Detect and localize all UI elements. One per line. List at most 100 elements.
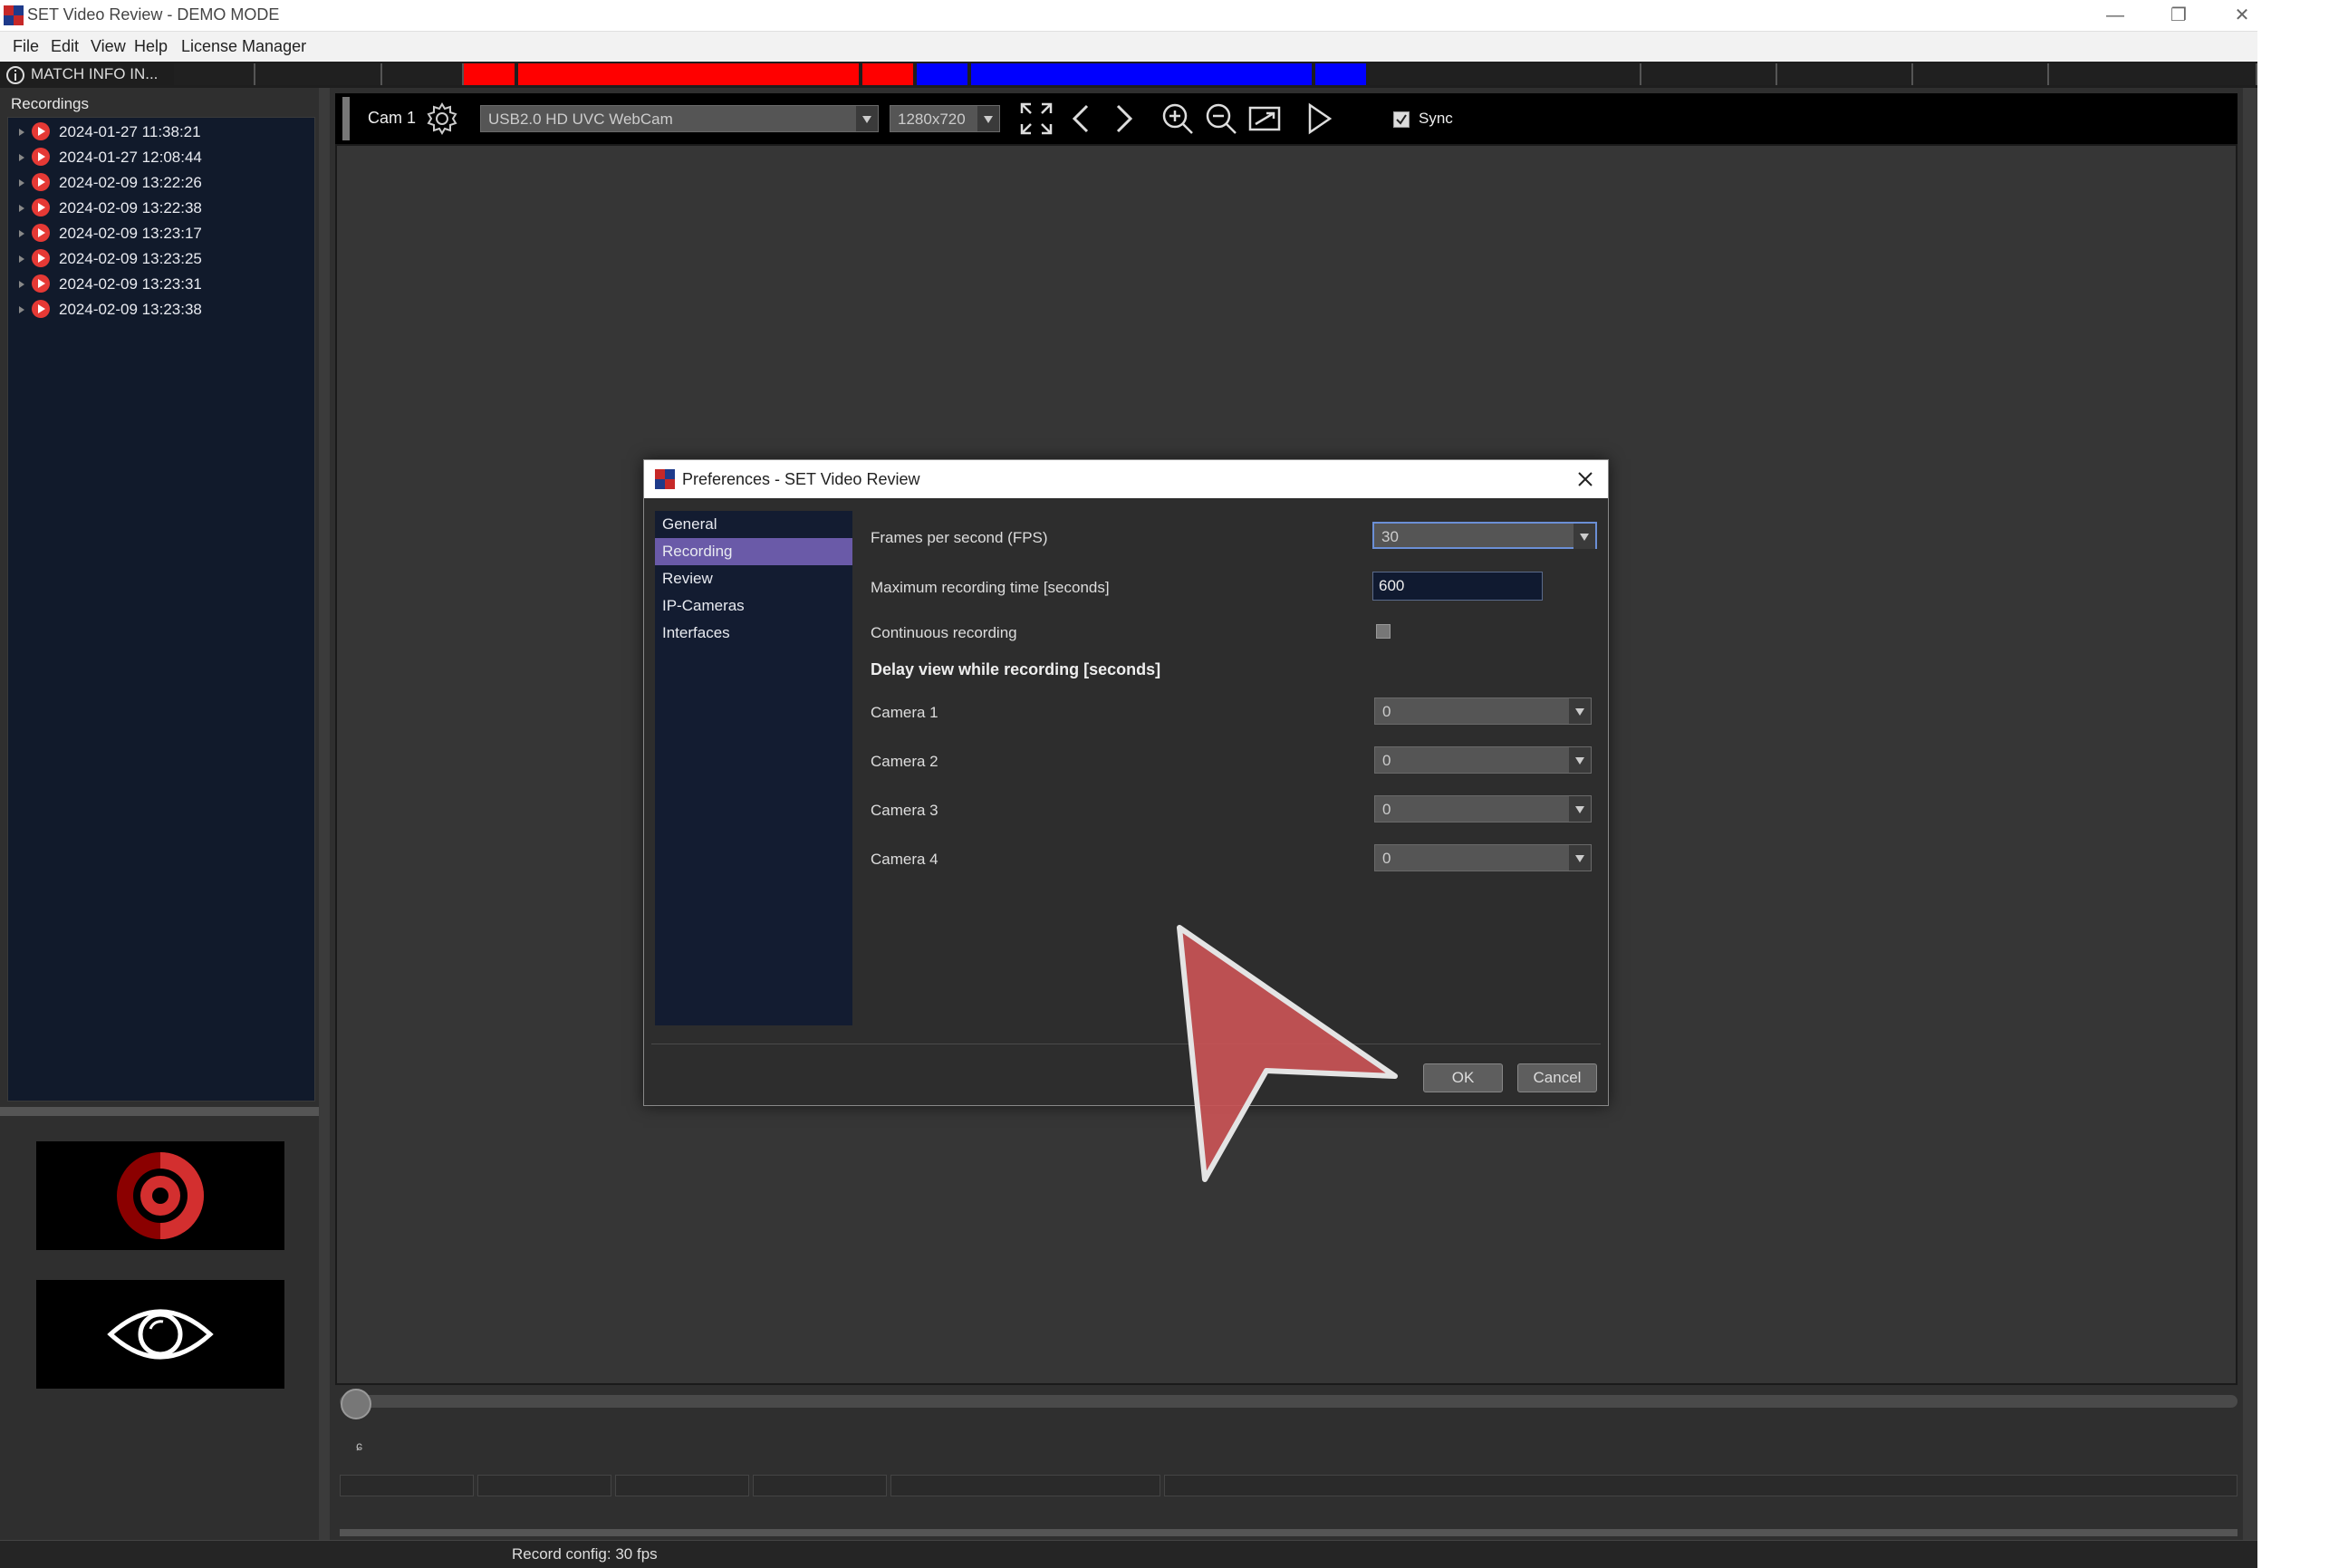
fit-to-window-icon[interactable]: [1246, 101, 1283, 137]
play-icon[interactable]: [1301, 101, 1337, 137]
chevron-down-icon: [977, 106, 999, 131]
chevron-down-icon: [1569, 698, 1591, 724]
nav-general[interactable]: General: [655, 511, 852, 538]
expand-arrow-icon[interactable]: [19, 205, 24, 212]
team-red-bar: [518, 63, 859, 85]
zoom-in-icon[interactable]: [1160, 101, 1196, 137]
camera-1-delay-select[interactable]: 0: [1374, 697, 1592, 725]
score-cell: [1777, 63, 1913, 85]
expand-arrow-icon[interactable]: [19, 154, 24, 161]
minimize-button[interactable]: —: [2084, 0, 2147, 31]
continuous-recording-label: Continuous recording: [871, 624, 1017, 641]
record-play-icon: [32, 223, 50, 242]
recording-item[interactable]: 2024-01-27 11:38:21: [19, 120, 201, 145]
menu-view[interactable]: View: [91, 37, 126, 56]
timeline-scrubber[interactable]: [341, 1389, 371, 1419]
status-bar: Record config: 30 fps: [0, 1540, 2257, 1568]
horizontal-splitter[interactable]: [0, 1107, 319, 1116]
expand-arrow-icon[interactable]: [19, 230, 24, 237]
event-cell: [340, 1475, 474, 1496]
app-window: SET Video Review - DEMO MODE — ❐ ✕ File …: [0, 0, 2257, 1568]
previous-frame-icon[interactable]: [1063, 101, 1100, 137]
camera-3-delay-select[interactable]: 0: [1374, 795, 1592, 822]
chevron-down-icon: [1569, 845, 1591, 871]
expand-arrow-icon[interactable]: [19, 179, 24, 187]
fullscreen-icon[interactable]: [1018, 101, 1054, 137]
toolbar-grip[interactable]: [342, 97, 350, 140]
nav-interfaces[interactable]: Interfaces: [655, 620, 852, 647]
score-cell: [382, 63, 464, 85]
ok-button[interactable]: OK: [1423, 1063, 1503, 1092]
dialog-title: Preferences - SET Video Review: [682, 470, 920, 488]
recording-item[interactable]: 2024-01-27 12:08:44: [19, 145, 202, 170]
score-cell: [255, 63, 382, 85]
right-splitter[interactable]: [2243, 88, 2257, 1540]
record-play-icon: [32, 248, 50, 267]
recording-item[interactable]: 2024-02-09 13:22:26: [19, 170, 202, 196]
score-cell: [1913, 63, 2049, 85]
nav-review[interactable]: Review: [655, 565, 852, 592]
cancel-button[interactable]: Cancel: [1517, 1063, 1597, 1092]
checkmark-icon: [1396, 114, 1407, 125]
close-window-button[interactable]: ✕: [2210, 0, 2274, 31]
fps-select[interactable]: 30: [1372, 522, 1597, 549]
record-button[interactable]: [36, 1141, 284, 1250]
chevron-down-icon: [856, 106, 878, 131]
event-cell: [615, 1475, 749, 1496]
timeline-marker: ɕ: [356, 1438, 362, 1453]
recording-item[interactable]: 2024-02-09 13:22:38: [19, 196, 202, 221]
sync-label: Sync: [1419, 110, 1453, 127]
next-frame-icon[interactable]: [1105, 101, 1141, 137]
preferences-nav: General Recording Review IP-Cameras Inte…: [655, 511, 852, 1025]
camera-4-label: Camera 4: [871, 851, 938, 868]
team-red-cell: [862, 63, 913, 85]
sync-checkbox[interactable]: [1393, 111, 1410, 128]
vertical-splitter[interactable]: [319, 88, 330, 1540]
menu-license-manager[interactable]: License Manager: [181, 37, 306, 56]
record-play-icon: [32, 121, 50, 140]
timeline-track[interactable]: [340, 1395, 2238, 1408]
recording-item[interactable]: 2024-02-09 13:23:25: [19, 246, 202, 272]
delay-view-heading: Delay view while recording [seconds]: [871, 660, 1161, 678]
expand-arrow-icon[interactable]: [19, 129, 24, 136]
event-cell: [477, 1475, 611, 1496]
match-info-button[interactable]: MATCH INFO IN...: [31, 65, 158, 83]
menu-help[interactable]: Help: [134, 37, 168, 56]
menu-file[interactable]: File: [13, 37, 39, 56]
recording-item[interactable]: 2024-02-09 13:23:17: [19, 221, 202, 246]
expand-arrow-icon[interactable]: [19, 281, 24, 288]
expand-arrow-icon[interactable]: [19, 306, 24, 313]
live-view-button[interactable]: [36, 1280, 284, 1389]
team-red-cell: [464, 63, 515, 85]
camera-2-delay-select[interactable]: 0: [1374, 746, 1592, 774]
gear-icon[interactable]: [424, 101, 460, 137]
event-cell: [753, 1475, 887, 1496]
camera-1-label: Camera 1: [871, 704, 938, 721]
bottom-splitter[interactable]: [340, 1529, 2238, 1536]
close-icon[interactable]: [1577, 471, 1593, 487]
team-blue-cell: [917, 63, 967, 85]
record-play-icon: [32, 299, 50, 318]
nav-recording[interactable]: Recording: [655, 538, 852, 565]
recording-item[interactable]: 2024-02-09 13:23:31: [19, 272, 202, 297]
eye-icon: [107, 1309, 214, 1360]
nav-ip-cameras[interactable]: IP-Cameras: [655, 592, 852, 620]
max-recording-time-input[interactable]: 600: [1372, 572, 1543, 601]
event-cell: [1164, 1475, 2238, 1496]
fps-label: Frames per second (FPS): [871, 529, 1048, 546]
expand-arrow-icon[interactable]: [19, 255, 24, 263]
camera-device-select[interactable]: USB2.0 HD UVC WebCam: [480, 105, 879, 132]
restore-button[interactable]: ❐: [2147, 0, 2210, 31]
recording-item[interactable]: 2024-02-09 13:23:38: [19, 297, 202, 322]
camera-2-label: Camera 2: [871, 753, 938, 770]
resolution-select[interactable]: 1280x720: [890, 105, 1000, 132]
camera-4-delay-select[interactable]: 0: [1374, 844, 1592, 871]
zoom-out-icon[interactable]: [1203, 101, 1239, 137]
menu-edit[interactable]: Edit: [51, 37, 79, 56]
continuous-recording-checkbox[interactable]: [1376, 624, 1391, 639]
camera-label: Cam 1: [368, 109, 417, 127]
record-play-icon: [32, 197, 50, 216]
camera-toolbar: Cam 1 USB2.0 HD UVC WebCam 1280x720 Sync: [335, 93, 2238, 144]
app-logo-icon: [4, 5, 24, 25]
record-icon: [117, 1152, 204, 1239]
